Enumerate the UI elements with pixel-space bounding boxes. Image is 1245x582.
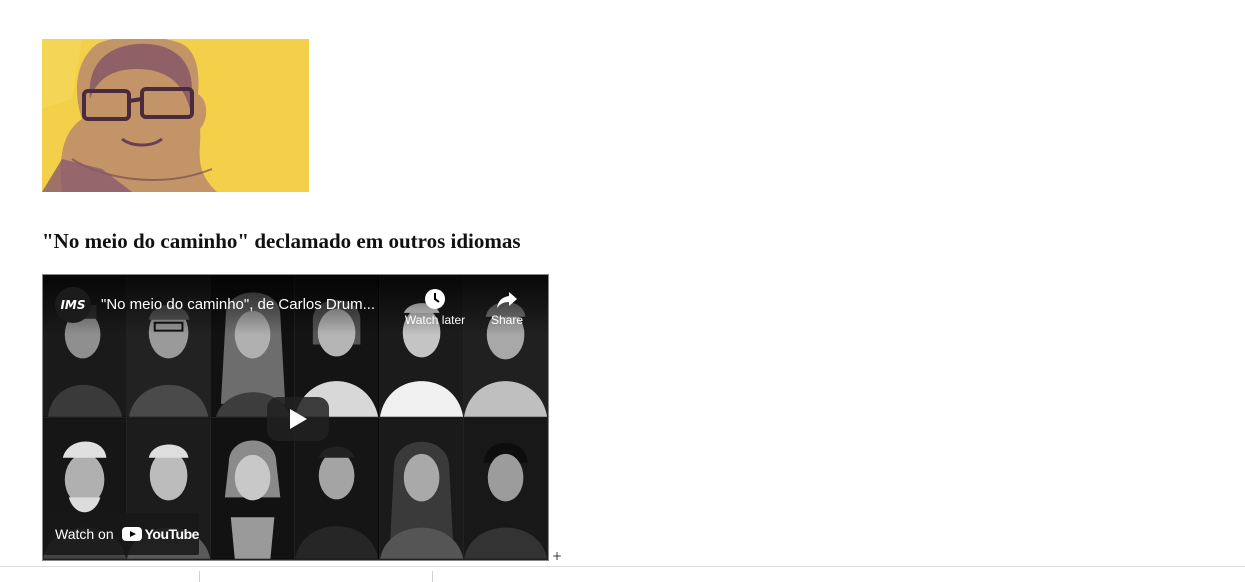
bottom-status-bar: [0, 566, 1245, 582]
resize-handle[interactable]: +: [552, 549, 562, 563]
status-bar-divider: [432, 571, 433, 582]
clock-icon: [425, 289, 445, 309]
thumbnail-person-11: [379, 418, 464, 560]
watch-later-label: Watch later: [404, 313, 466, 327]
play-button[interactable]: [267, 397, 329, 441]
poet-portrait-image: [42, 39, 309, 192]
status-bar-divider: [199, 571, 200, 582]
section-heading: "No meio do caminho" declamado em outros…: [42, 229, 521, 253]
channel-avatar[interactable]: IMS: [55, 287, 91, 323]
video-title-link[interactable]: "No meio do caminho", de Carlos Drum...: [101, 296, 391, 313]
watch-on-label: Watch on: [55, 526, 114, 542]
youtube-logo-icon: YouTube: [121, 526, 200, 542]
share-label: Share: [490, 313, 524, 327]
share-arrow-icon: [497, 292, 517, 308]
embedded-video-player[interactable]: IMS "No meio do caminho", de Carlos Drum…: [42, 274, 549, 561]
thumbnail-person-12: [463, 418, 548, 560]
play-icon: [290, 409, 307, 429]
watch-later-button[interactable]: Watch later: [400, 287, 470, 327]
share-button[interactable]: Share: [472, 287, 542, 327]
youtube-label: YouTube: [144, 526, 200, 542]
portrait-drawing: [42, 39, 309, 192]
watch-on-youtube-button[interactable]: Watch on YouTube: [44, 513, 199, 555]
